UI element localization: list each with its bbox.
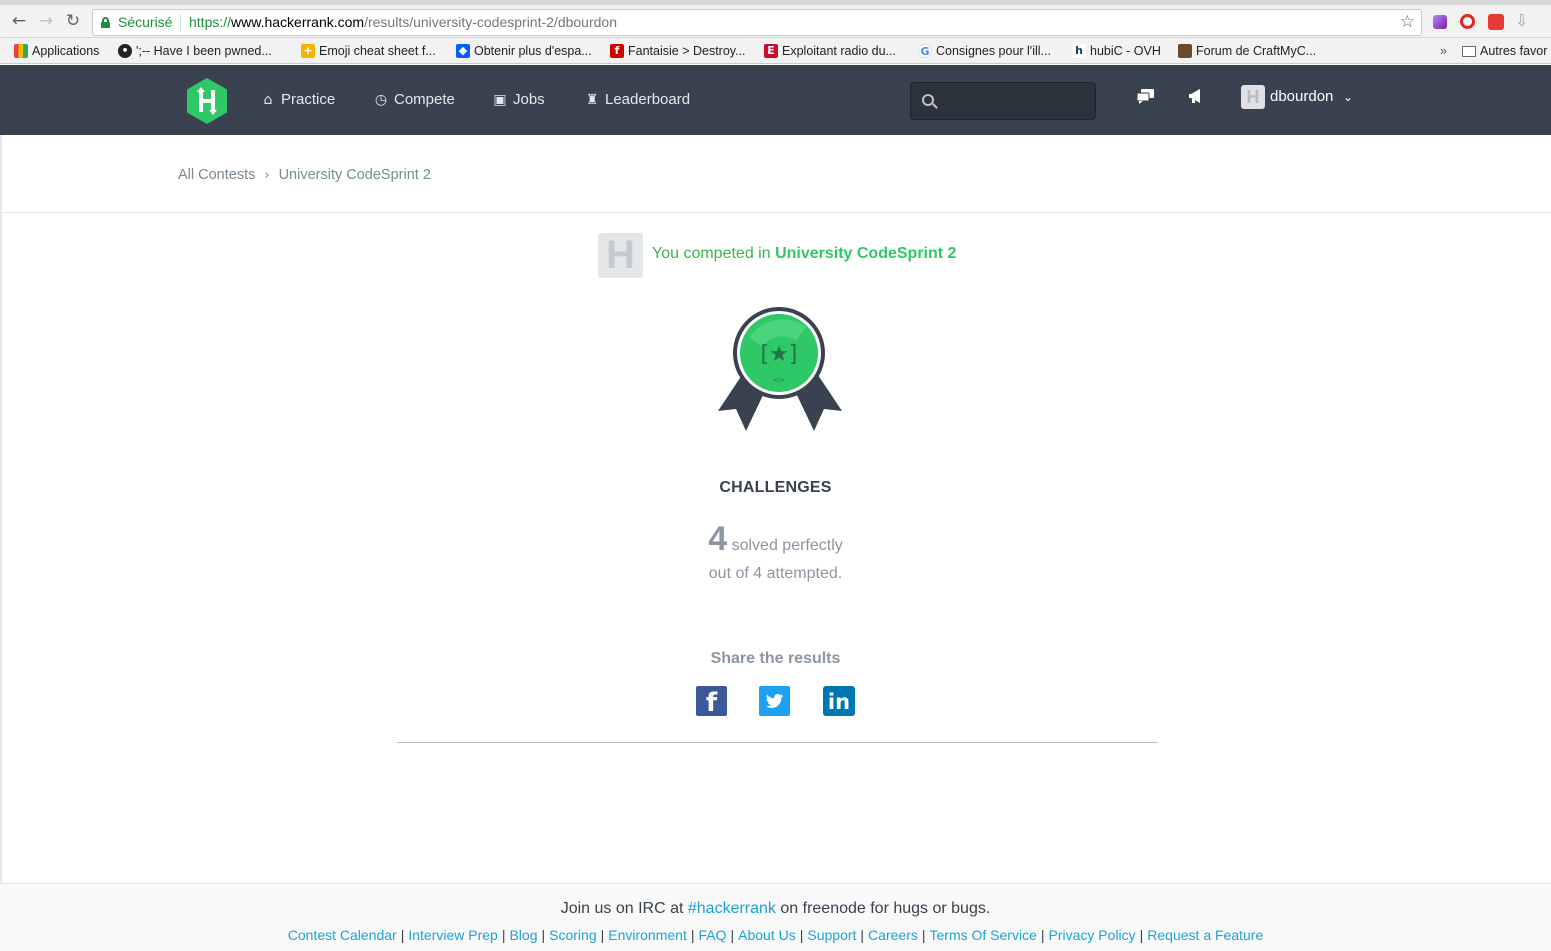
briefcase-icon: ▣ [493, 92, 507, 108]
irc-message: Join us on IRC at #hackerrank on freenod… [560, 900, 991, 917]
search-input[interactable] [943, 89, 1088, 113]
extension-pen-icon[interactable] [1433, 15, 1447, 29]
opera-extension-icon[interactable] [1460, 14, 1475, 29]
search-icon [922, 94, 934, 106]
bookmark-consignes[interactable]: G Consignes pour l'ill... [918, 42, 1051, 60]
medal-badge-icon: [★] </> [718, 307, 842, 431]
svg-text:[★]: [★] [761, 342, 798, 367]
browser-toolbar: ← → ↻ Sécurisé https://www.hackerrank.co… [0, 0, 1551, 38]
breadcrumb-all-contests[interactable]: All Contests [178, 167, 255, 183]
search-box[interactable] [910, 82, 1096, 120]
url-text[interactable]: https://www.hackerrank.com/results/unive… [189, 10, 617, 35]
notifications-megaphone-icon[interactable] [1187, 87, 1209, 109]
tab-strip [0, 0, 1551, 5]
facebook-share-icon[interactable]: f [696, 686, 727, 718]
solved-count: 4 [708, 520, 728, 558]
google-icon: G [918, 44, 932, 58]
solved-summary: 4 solved perfectly [0, 520, 1551, 559]
bookmark-hubic[interactable]: h hubiC - OVH [1072, 42, 1161, 60]
footer-links: Contest Calendar | Interview Prep | Blog | Sco… [287, 927, 1264, 943]
svg-text:</>: </> [773, 377, 785, 384]
nav-compete[interactable]: ◷ Compete [372, 90, 455, 110]
linkedin-share-icon[interactable]: in [823, 686, 859, 716]
bookmark-pwned[interactable]: • ';-- Have I been pwned... [118, 42, 272, 60]
apps-grid-icon [14, 44, 28, 58]
footer-link-careers[interactable]: Careers [868, 927, 918, 943]
solved-label: solved perfectly [731, 537, 843, 554]
bookmark-fantaisie[interactable]: f Fantaisie > Destroy... [610, 42, 746, 60]
hubic-icon: h [1072, 44, 1086, 58]
nav-leaderboard[interactable]: ♜ Leaderboard [583, 90, 690, 110]
bookmarks-overflow-icon[interactable]: » [1440, 42, 1447, 60]
nav-jobs[interactable]: ▣ Jobs [491, 90, 544, 110]
footer-link-privacy[interactable]: Privacy Policy [1049, 927, 1136, 943]
twitter-share-icon[interactable] [759, 686, 790, 716]
irc-channel-link[interactable]: #hackerrank [688, 900, 776, 917]
breadcrumb: All Contests › University CodeSprint 2 [178, 165, 431, 186]
lock-icon: • [118, 44, 132, 58]
nav-practice[interactable]: ⌂ Practice [259, 90, 336, 110]
bookmark-emoji[interactable]: + Emoji cheat sheet f... [301, 42, 436, 60]
folder-icon [1462, 46, 1476, 57]
download-arrow-icon[interactable]: ⇩ [1515, 13, 1532, 30]
footer-link-scoring[interactable]: Scoring [549, 927, 596, 943]
bookmarks-bar: Applications • ';-- Have I been pwned...… [0, 38, 1551, 64]
bookmark-craftmyc[interactable]: Forum de CraftMyC... [1178, 42, 1316, 60]
footer-link-interview-prep[interactable]: Interview Prep [408, 927, 497, 943]
footer-link-faq[interactable]: FAQ [698, 927, 726, 943]
footer-link-terms[interactable]: Terms Of Service [930, 927, 1037, 943]
reload-icon[interactable]: ↻ [64, 12, 82, 30]
trophy-icon: ♜ [585, 92, 599, 108]
divider [397, 742, 1158, 743]
chevron-down-icon[interactable]: ⌄ [1343, 86, 1353, 108]
bookmark-radio[interactable]: E Exploitant radio du... [764, 42, 896, 60]
footer-link-about-us[interactable]: About Us [738, 927, 796, 943]
craft-icon [1178, 44, 1192, 58]
forward-arrow-icon[interactable]: → [37, 12, 55, 30]
bookmark-star-icon[interactable]: ☆ [1400, 10, 1415, 35]
lock-icon [101, 17, 110, 28]
footer-link-support[interactable]: Support [807, 927, 856, 943]
bookmark-dropbox[interactable]: ◆ Obtenir plus d'espa... [456, 42, 592, 60]
back-arrow-icon[interactable]: ← [10, 12, 28, 30]
clock-icon: ◷ [374, 92, 388, 108]
site-header: ⌂ Practice ◷ Compete ▣ Jobs ♜ Leaderboar… [0, 65, 1551, 135]
footer-link-environment[interactable]: Environment [608, 927, 687, 943]
contest-avatar: H [598, 233, 643, 278]
chevron-right-icon: › [264, 168, 270, 183]
footer-link-request-feature[interactable]: Request a Feature [1147, 927, 1263, 943]
divider [0, 212, 1551, 213]
challenges-heading: CHALLENGES [719, 479, 832, 496]
messages-icon[interactable] [1135, 87, 1157, 109]
eu-icon: E [764, 44, 778, 58]
bookmark-applications[interactable]: Applications [14, 42, 99, 60]
dropbox-icon: ◆ [456, 44, 470, 58]
home-icon: ⌂ [263, 92, 273, 108]
site-footer: Join us on IRC at #hackerrank on freenod… [0, 884, 1551, 951]
share-heading: Share the results [710, 650, 841, 667]
contest-link[interactable]: University CodeSprint 2 [775, 245, 956, 262]
bookmark-other[interactable]: Autres favor [1462, 42, 1547, 60]
breadcrumb-current: University CodeSprint 2 [278, 167, 431, 183]
address-bar[interactable]: Sécurisé https://www.hackerrank.com/resu… [92, 9, 1422, 36]
attempted-summary: out of 4 attempted. [708, 565, 843, 582]
footer-link-contest-calendar[interactable]: Contest Calendar [288, 927, 397, 943]
extension-red-icon[interactable] [1488, 14, 1504, 30]
username[interactable]: dbourdon [1270, 86, 1333, 108]
secure-label: Sécurisé [118, 14, 173, 30]
user-avatar[interactable]: H [1241, 85, 1265, 109]
thumbs-up-icon: + [301, 44, 315, 58]
competed-message: You competed in University CodeSprint 2 [652, 245, 957, 262]
hackerrank-logo-icon[interactable] [185, 77, 229, 125]
footer-link-blog[interactable]: Blog [509, 927, 537, 943]
fantaisie-icon: f [610, 44, 624, 58]
